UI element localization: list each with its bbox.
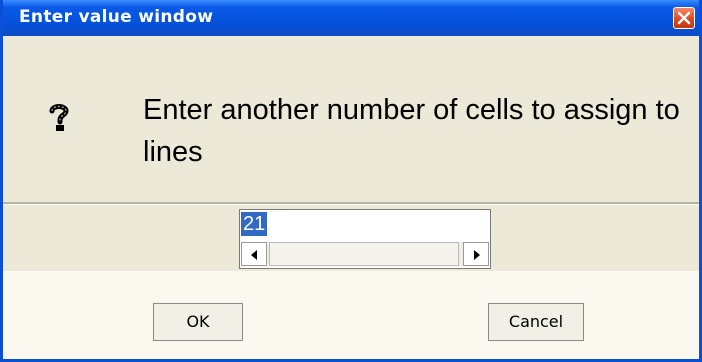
arrow-left-icon — [251, 250, 257, 260]
arrow-right-icon — [474, 250, 480, 260]
close-icon — [677, 11, 691, 25]
input-area: 21 — [3, 205, 699, 271]
message-area: Enter another number of cells to assign … — [3, 36, 699, 202]
enter-value-dialog: Enter value window Enter another number … — [0, 0, 702, 362]
value-entry[interactable]: 21 — [239, 209, 491, 269]
close-button[interactable] — [673, 7, 695, 29]
title-bar[interactable]: Enter value window — [3, 0, 699, 36]
dialog-message: Enter another number of cells to assign … — [143, 94, 680, 168]
cancel-button[interactable]: Cancel — [488, 303, 584, 341]
window-title: Enter value window — [19, 7, 214, 27]
question-icon — [49, 104, 69, 131]
ok-button[interactable]: OK — [153, 303, 243, 341]
value-input-text[interactable]: 21 — [241, 212, 268, 236]
scroll-left-button[interactable] — [241, 242, 267, 266]
scrollbar-thumb[interactable] — [269, 242, 459, 266]
scroll-right-button[interactable] — [463, 242, 489, 266]
button-area: OK Cancel — [3, 271, 699, 359]
horizontal-scrollbar[interactable] — [241, 242, 489, 266]
